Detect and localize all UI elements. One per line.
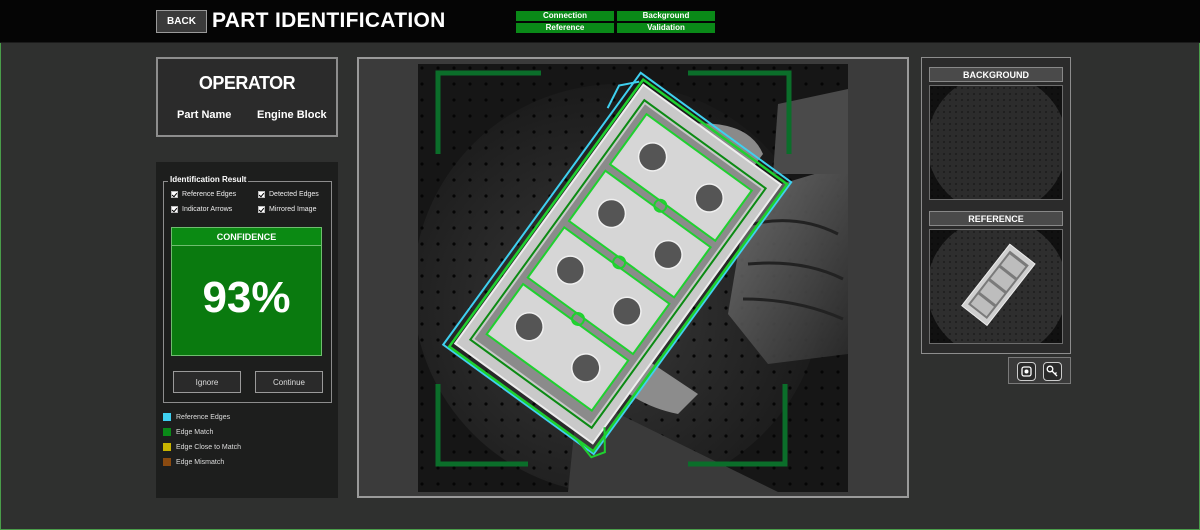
option-label: Mirrored Image — [269, 206, 317, 213]
background-image — [930, 86, 1062, 199]
confidence-label: CONFIDENCE — [172, 228, 321, 246]
legend-label: Edge Mismatch — [176, 458, 225, 466]
option-label: Detected Edges — [269, 191, 319, 198]
camera-viewer[interactable] — [357, 57, 909, 498]
legend-label: Reference Edges — [176, 413, 231, 421]
legend-label: Edge Match — [176, 428, 214, 436]
key-button[interactable] — [1043, 362, 1062, 381]
part-name-label: Part Name — [177, 109, 232, 121]
operator-title: OPERATOR — [198, 73, 296, 93]
engine-block-detection-image — [418, 64, 848, 492]
status-background: Background — [617, 11, 715, 21]
legend-swatch — [163, 428, 171, 436]
top-bar: BACK PART IDENTIFICATION Connection Back… — [0, 0, 1200, 43]
continue-button[interactable]: Continue — [255, 371, 323, 393]
camera-image — [418, 64, 848, 492]
legend-label: Edge Close to Match — [176, 443, 241, 451]
status-connection: Connection — [516, 11, 614, 21]
checkbox-detected-edges[interactable] — [258, 191, 265, 198]
ignore-button[interactable]: Ignore — [173, 371, 241, 393]
reference-thumbnail[interactable] — [929, 229, 1063, 344]
tool-strip — [1008, 357, 1071, 384]
legend-edge-close: Edge Close to Match — [163, 443, 241, 451]
legend-edge-mismatch: Edge Mismatch — [163, 458, 224, 466]
confidence-value: 93% — [202, 273, 291, 322]
reference-label: REFERENCE — [929, 211, 1063, 226]
option-mirrored-image[interactable]: Mirrored Image — [258, 206, 316, 213]
background-label: BACKGROUND — [929, 67, 1063, 82]
option-detected-edges[interactable]: Detected Edges — [258, 191, 319, 198]
option-reference-edges[interactable]: Reference Edges — [171, 191, 236, 198]
part-name-value: Engine Block — [257, 109, 327, 121]
reference-image — [930, 230, 1062, 343]
option-indicator-arrows[interactable]: Indicator Arrows — [171, 206, 232, 213]
status-indicators: Connection Background Reference Validati… — [516, 11, 715, 33]
side-panel: BACKGROUND REFERENCE — [921, 57, 1071, 354]
legend-swatch — [163, 443, 171, 451]
checkbox-mirrored-image[interactable] — [258, 206, 265, 213]
status-reference: Reference — [516, 23, 614, 33]
background-thumbnail[interactable] — [929, 85, 1063, 200]
legend-swatch — [163, 413, 171, 421]
legend-swatch — [163, 458, 171, 466]
option-label: Indicator Arrows — [182, 206, 233, 213]
checkbox-indicator-arrows[interactable] — [171, 206, 178, 213]
key-icon — [1046, 365, 1058, 377]
back-button[interactable]: BACK — [156, 10, 207, 33]
confidence-box: CONFIDENCE 93% — [171, 227, 322, 356]
legend-reference-edges: Reference Edges — [163, 413, 230, 421]
identification-result-panel: Reference Edges Detected Edges Indicator… — [156, 162, 338, 498]
camera-settings-icon — [1021, 366, 1032, 377]
page-title: PART IDENTIFICATION — [212, 9, 446, 32]
checkbox-reference-edges[interactable] — [171, 191, 178, 198]
legend-edge-match: Edge Match — [163, 428, 213, 436]
status-validation: Validation — [617, 23, 715, 33]
result-legend: Identification Result — [168, 175, 249, 184]
camera-settings-button[interactable] — [1017, 362, 1036, 381]
operator-panel: OPERATOR Part Name Engine Block — [156, 57, 338, 137]
option-label: Reference Edges — [182, 191, 237, 198]
